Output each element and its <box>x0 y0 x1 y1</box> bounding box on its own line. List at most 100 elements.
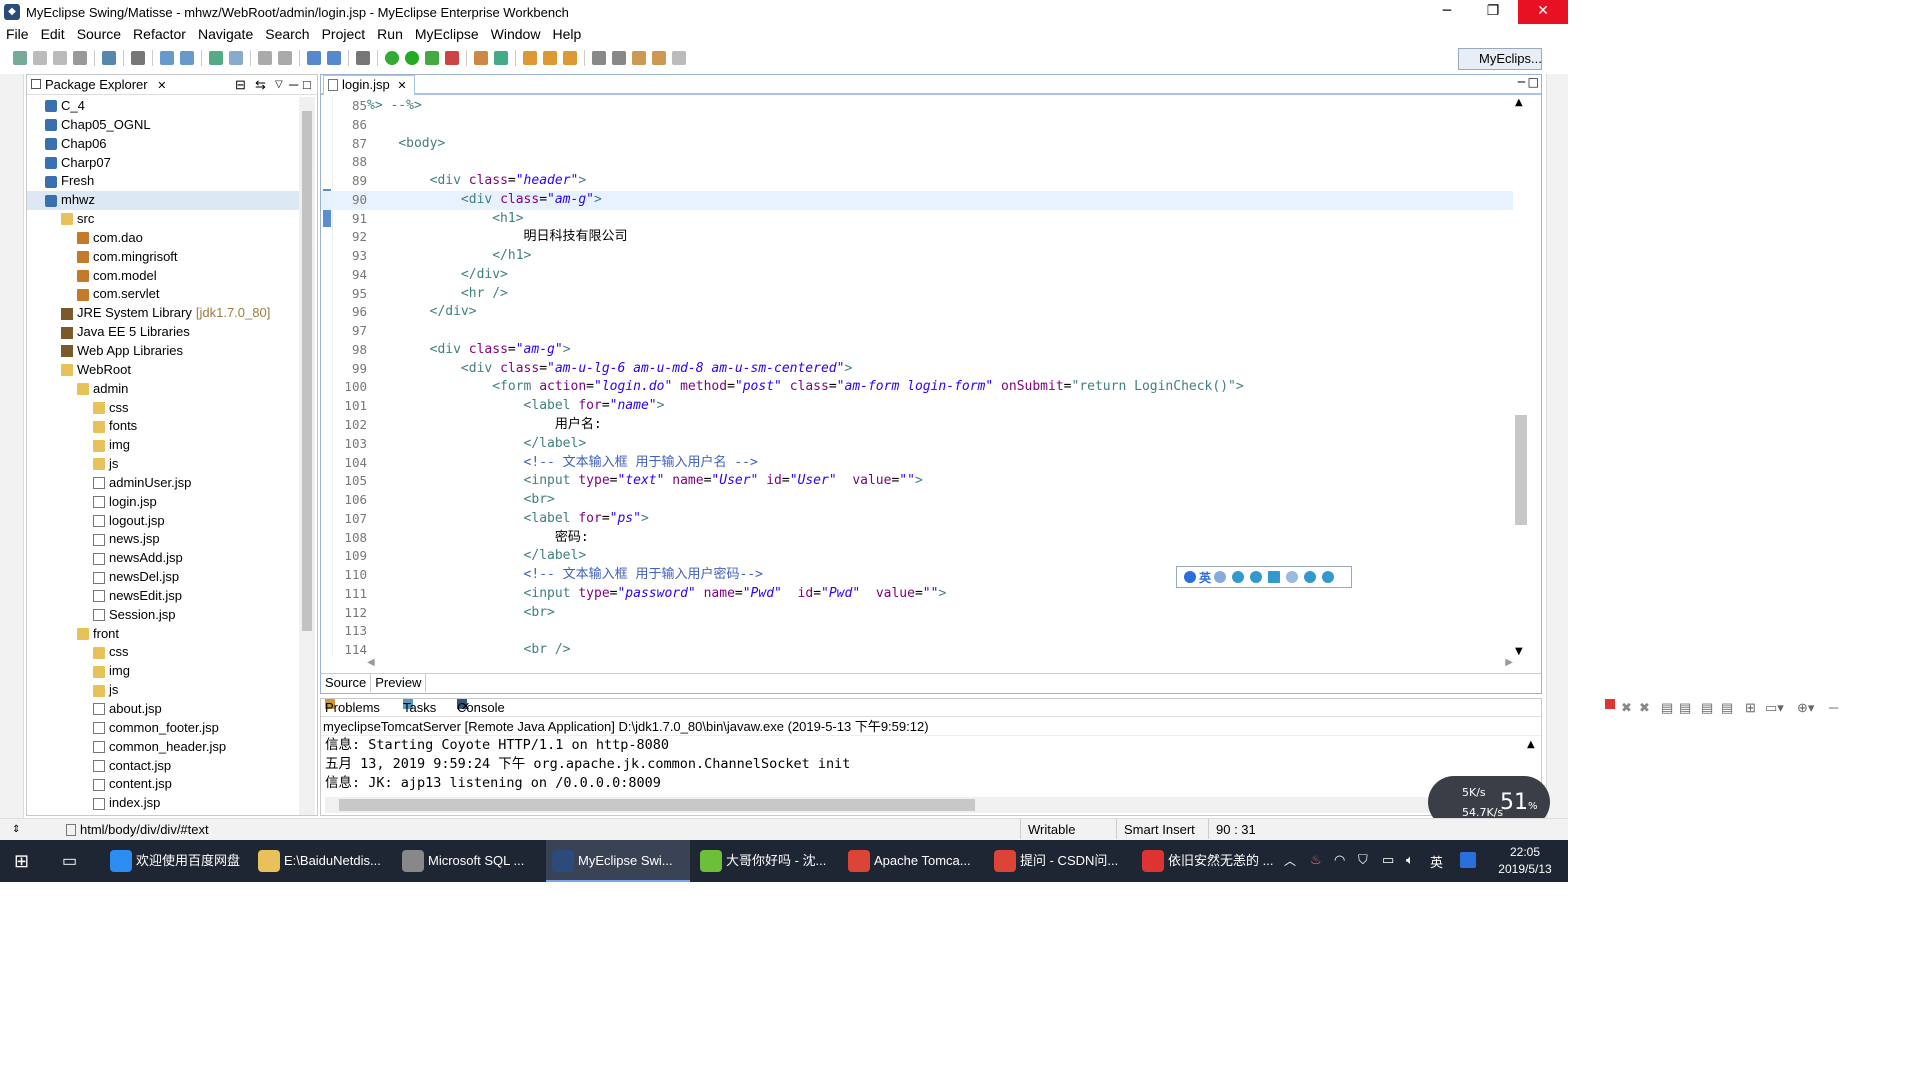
editor-hscroll[interactable]: ◀ ▶ <box>367 657 1513 671</box>
tree-item[interactable]: login.jsp <box>27 493 299 512</box>
menu-project[interactable]: Project <box>322 26 366 42</box>
menu-myeclipse[interactable]: MyEclipse <box>415 26 479 42</box>
tree-item[interactable]: newsEdit.jsp <box>27 587 299 606</box>
back-icon[interactable] <box>652 51 666 65</box>
wifi-icon[interactable]: ◠ <box>1334 852 1345 868</box>
show-stdout-icon[interactable]: ▤ <box>1701 699 1713 716</box>
code-line[interactable]: 86 <box>321 116 1521 135</box>
tree-item[interactable]: com.mingrisoft <box>27 248 299 267</box>
tree-item[interactable]: fonts <box>27 417 299 436</box>
minimize-view-icon[interactable]: ─ <box>289 75 298 95</box>
console-hscroll[interactable] <box>325 797 1521 813</box>
tree-item[interactable]: src <box>27 210 299 229</box>
display-console-icon[interactable]: ▭▾ <box>1765 699 1784 716</box>
code-line[interactable]: 108 密码: <box>321 529 1521 548</box>
collapse-all-icon[interactable]: ⊟ <box>235 75 246 95</box>
tree-item[interactable]: js <box>27 681 299 700</box>
tree-item[interactable]: about.jsp <box>27 700 299 719</box>
web-icon[interactable] <box>180 51 194 65</box>
restore-button[interactable]: ❐ <box>1470 0 1516 24</box>
taskbar-item[interactable]: 欢迎使用百度网盘 <box>104 840 248 882</box>
minimize-button[interactable]: ─ <box>1424 0 1470 24</box>
code-line[interactable]: 104 <!-- 文本输入框 用于输入用户名 --> <box>321 454 1521 473</box>
mark-icon[interactable] <box>278 51 292 65</box>
run-history-icon[interactable] <box>425 51 439 65</box>
clear-console-icon[interactable]: ▤ <box>1661 699 1673 716</box>
code-line[interactable]: 101 <label for="name"> <box>321 397 1521 416</box>
ime-language[interactable]: 英 <box>1199 569 1211 586</box>
minimize-editor-icon[interactable]: ─ <box>1518 75 1525 89</box>
tree-item[interactable]: Session.jsp <box>27 606 299 625</box>
ime-tools-icon[interactable] <box>1250 571 1263 583</box>
menu-navigate[interactable]: Navigate <box>198 26 253 42</box>
code-line[interactable]: 89 <div class="header"> <box>321 172 1521 191</box>
code-line[interactable]: 95 <hr /> <box>321 285 1521 304</box>
last-edit-icon[interactable] <box>632 51 646 65</box>
taskbar-item[interactable]: 提问 - CSDN问... <box>988 840 1132 882</box>
maximize-view-icon[interactable]: □ <box>303 75 311 95</box>
code-line[interactable]: 109 </label> <box>321 547 1521 566</box>
menu-search[interactable]: Search <box>265 26 309 42</box>
console-vscroll-up[interactable]: ▲ <box>1527 739 1535 750</box>
close-tab-icon[interactable]: ✕ <box>397 80 406 92</box>
tree-item[interactable]: Web App Libraries <box>27 342 299 361</box>
code-line[interactable]: 102 用户名: <box>321 416 1521 435</box>
code-line[interactable]: 90 <div class="am-g"> <box>321 190 1521 210</box>
task-icon[interactable] <box>543 51 557 65</box>
open-folder-icon[interactable] <box>523 51 537 65</box>
code-line[interactable]: 98 <div class="am-g"> <box>321 341 1521 360</box>
system-clock[interactable]: 22:05 2019/5/13 <box>1490 844 1560 878</box>
new-class-icon[interactable] <box>474 51 488 65</box>
db-icon[interactable] <box>327 51 341 65</box>
ime-keyboard-icon[interactable] <box>1268 571 1281 583</box>
tab-preview[interactable]: Preview <box>371 674 427 692</box>
tree-item[interactable]: css <box>27 643 299 662</box>
close-view-icon[interactable]: ✕ <box>157 80 166 92</box>
menu-help[interactable]: Help <box>552 26 581 42</box>
taskbar-item[interactable]: 依旧安然无恙的 ... <box>1136 840 1282 882</box>
code-line[interactable]: 99 <div class="am-u-lg-6 am-u-md-8 am-u-… <box>321 360 1521 379</box>
code-line[interactable]: 105 <input type="text" name="User" id="U… <box>321 472 1521 491</box>
tree-item[interactable]: index.jsp <box>27 794 299 813</box>
tree-item[interactable]: adminUser.jsp <box>27 474 299 493</box>
code-line[interactable]: 96 </div> <box>321 303 1521 322</box>
save-all-icon[interactable] <box>53 51 67 65</box>
tree-item[interactable]: C_4 <box>27 97 299 116</box>
ime-emoji-icon[interactable] <box>1232 571 1245 583</box>
server-icon[interactable] <box>131 51 145 65</box>
menu-run[interactable]: Run <box>377 26 403 42</box>
tree-item[interactable]: WebRoot <box>27 361 299 380</box>
tree-item[interactable]: common_header.jsp <box>27 738 299 757</box>
tree-item[interactable]: js <box>27 455 299 474</box>
code-line[interactable]: 100 <form action="login.do" method="post… <box>321 378 1521 397</box>
tree-item[interactable]: newsDel.jsp <box>27 568 299 587</box>
code-line[interactable]: 93 </h1> <box>321 247 1521 266</box>
code-line[interactable]: 92 明日科技有限公司 <box>321 228 1521 247</box>
tab-login-jsp[interactable]: login.jsp ✕ <box>323 75 415 95</box>
tree-item[interactable]: mhwz <box>27 191 299 211</box>
remove-launch-icon[interactable]: ✖ <box>1621 699 1632 716</box>
tree-item[interactable]: logout.jsp <box>27 512 299 531</box>
print-icon[interactable] <box>73 51 87 65</box>
code-line[interactable]: 107 <label for="ps"> <box>321 510 1521 529</box>
tree-item[interactable]: common_footer.jsp <box>27 719 299 738</box>
next-annotation-icon[interactable] <box>592 51 606 65</box>
external-tools-icon[interactable] <box>445 51 459 65</box>
link-editor-icon[interactable]: ⇆ <box>255 75 266 95</box>
windows-start-icon[interactable]: ⊞ <box>14 851 29 872</box>
close-button[interactable]: ✕ <box>1518 0 1568 24</box>
notification-icon[interactable] <box>1460 852 1476 868</box>
show-stderr-icon[interactable]: ▤ <box>1721 699 1733 716</box>
taskbar-item[interactable]: 大哥你好吗 - 沈... <box>694 840 838 882</box>
taskbar-item[interactable]: Microsoft SQL ... <box>396 840 542 882</box>
battery-icon[interactable]: ▭ <box>1382 852 1394 868</box>
editor-scrollbar[interactable]: ▲ ▼ <box>1513 97 1529 657</box>
globe-icon[interactable] <box>229 51 243 65</box>
tree-item[interactable]: contact.jsp <box>27 757 299 776</box>
input-language[interactable]: 英 <box>1430 852 1443 871</box>
new-package-icon[interactable] <box>494 51 508 65</box>
ime-user-icon[interactable] <box>1286 571 1299 583</box>
close-console-icon[interactable]: ✕ <box>461 699 470 716</box>
tray-app-icon[interactable]: ♨ <box>1310 852 1322 868</box>
code-line[interactable]: 91 <h1> <box>321 210 1521 229</box>
